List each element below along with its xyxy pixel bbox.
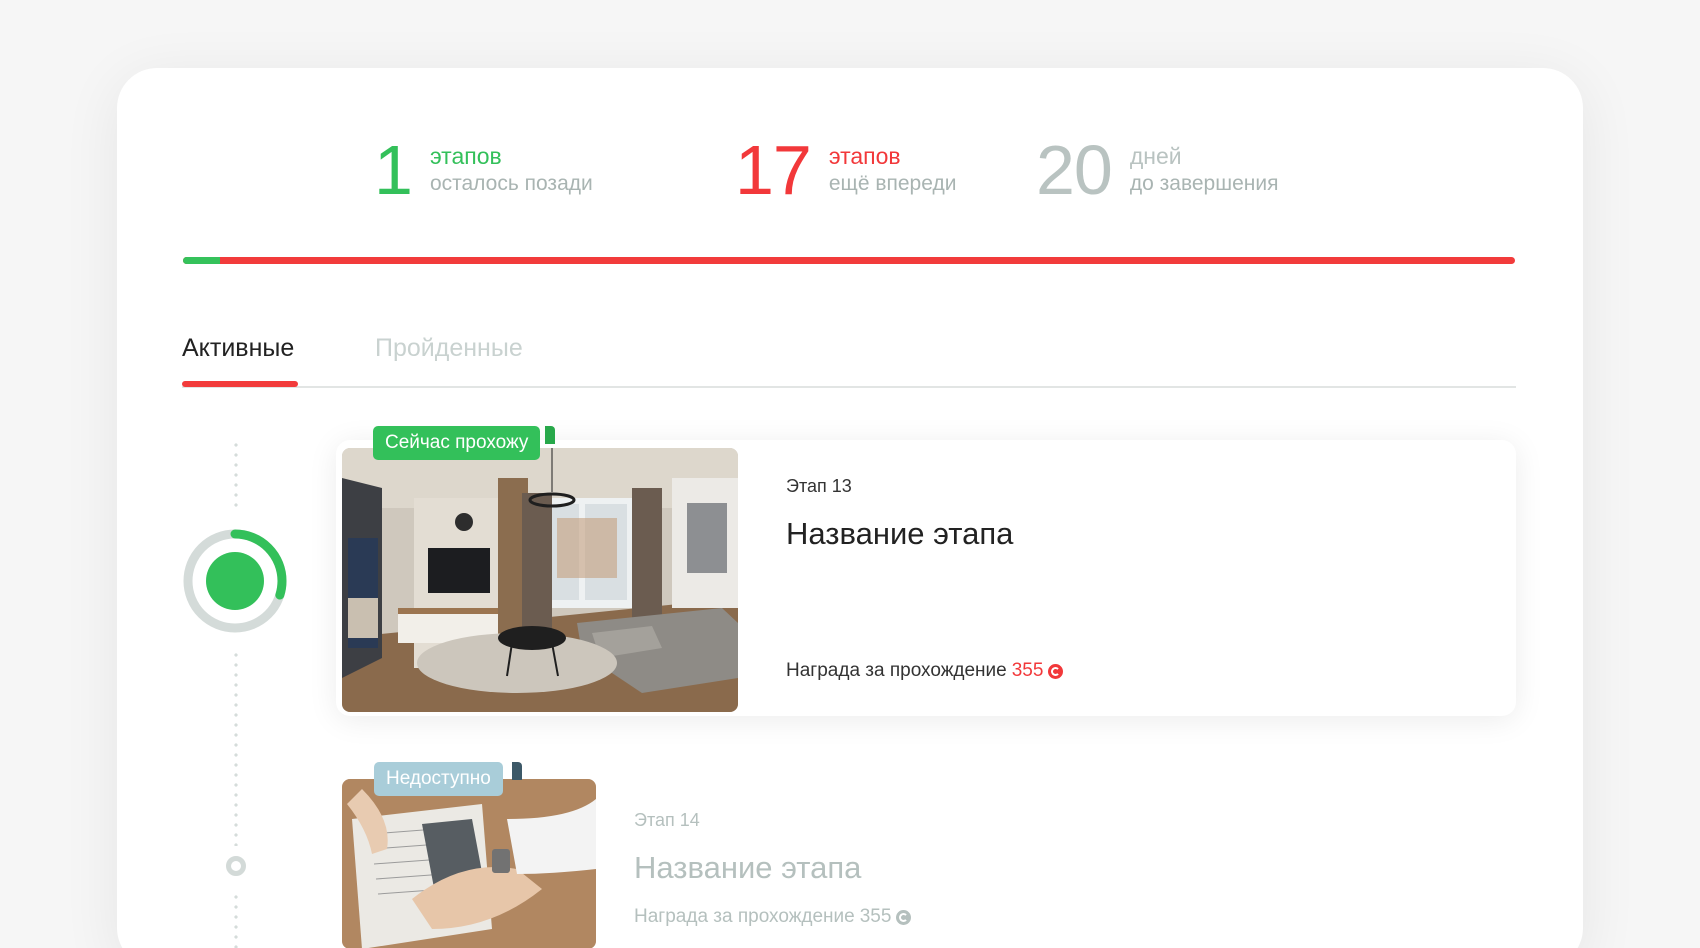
stage-reward: Награда за прохождение 355 bbox=[634, 906, 912, 928]
stage-reward-value: 355 bbox=[859, 906, 892, 927]
stage-reward-label: Награда за прохождение bbox=[786, 660, 1007, 681]
stat-remaining-caption: ещё впереди bbox=[828, 172, 957, 195]
tab-bar: Активные Пройденные bbox=[182, 334, 1516, 388]
stage-reward-value: 355 bbox=[1011, 660, 1044, 681]
timeline-dots-top bbox=[234, 440, 238, 512]
progress-bar-completed bbox=[183, 257, 221, 264]
tab-active[interactable]: Активные bbox=[182, 334, 294, 363]
coin-icon bbox=[896, 909, 912, 925]
badge-flag-locked bbox=[512, 762, 522, 780]
stat-days: 20 дней до завершения bbox=[1036, 135, 1278, 205]
stat-days-caption: до завершения bbox=[1129, 172, 1279, 195]
stage-number: Этап 14 bbox=[634, 810, 700, 830]
stage-reward: Награда за прохождение 355 bbox=[786, 660, 1064, 682]
stage-card-current[interactable]: Этап 13 Название этапа Награда за прохож… bbox=[336, 440, 1516, 716]
stat-completed: 1 этапов осталось позади bbox=[374, 135, 593, 205]
stat-completed-number: 1 bbox=[374, 131, 413, 209]
stage-title: Название этапа bbox=[634, 850, 862, 885]
status-badge-current: Сейчас прохожу bbox=[373, 426, 541, 460]
timeline-dots-bottom bbox=[234, 892, 238, 948]
stat-remaining-number: 17 bbox=[735, 131, 812, 209]
coin-icon bbox=[1048, 663, 1064, 679]
timeline-node-icon bbox=[226, 856, 246, 876]
stat-days-label: дней bbox=[1129, 143, 1182, 169]
status-badge-locked: Недоступно bbox=[374, 762, 503, 796]
current-stage-progress-icon bbox=[183, 529, 287, 633]
stat-completed-label: этапов bbox=[429, 143, 502, 169]
living-room-photo bbox=[342, 448, 738, 712]
stat-remaining: 17 этапов ещё впереди bbox=[735, 135, 956, 205]
hands-writing-photo bbox=[342, 779, 596, 948]
badge-flag-current bbox=[545, 426, 555, 444]
progress-bar bbox=[183, 257, 1515, 264]
timeline-dots-middle bbox=[234, 650, 238, 846]
stat-completed-caption: осталось позади bbox=[429, 172, 593, 195]
stat-days-number: 20 bbox=[1036, 131, 1113, 209]
stage-number: Этап 13 bbox=[786, 476, 852, 496]
stat-remaining-label: этапов bbox=[828, 143, 901, 169]
stage-title: Название этапа bbox=[786, 516, 1014, 551]
stage-card-locked[interactable]: Этап 14 Название этапа Награда за прохож… bbox=[336, 776, 1516, 948]
stage-reward-label: Награда за прохождение bbox=[634, 906, 855, 927]
tab-active-underline bbox=[182, 381, 298, 387]
tab-completed[interactable]: Пройденные bbox=[375, 334, 523, 363]
